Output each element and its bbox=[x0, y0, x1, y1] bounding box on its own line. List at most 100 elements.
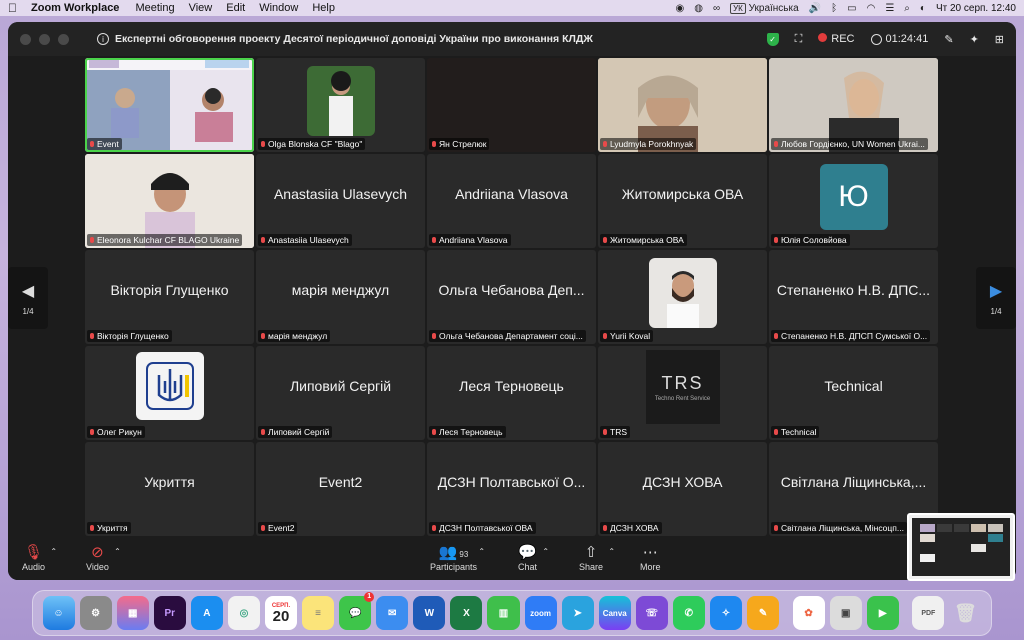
close-window-button[interactable] bbox=[20, 33, 31, 45]
video-tile-andriiana-vlasova[interactable]: Andriiana Vlasova Andriiana Vlasova bbox=[427, 154, 596, 248]
video-tile-stepanenko[interactable]: Степаненко Н.В. ДПС... Степаненко Н.В. Д… bbox=[769, 250, 938, 344]
canva-icon[interactable]: Canva bbox=[598, 596, 631, 630]
gallery-layout-icon[interactable]: ⛶ bbox=[795, 33, 803, 46]
audio-button[interactable]: 🎙 ⌃ Audio bbox=[22, 544, 57, 572]
menu-meeting[interactable]: Meeting bbox=[135, 2, 174, 14]
apple-icon[interactable]:  bbox=[8, 1, 17, 15]
video-tile-lesia-ternovets[interactable]: Леся Терновець Леся Терновець bbox=[427, 346, 596, 440]
video-tile-technical[interactable]: Technical Technical bbox=[769, 346, 938, 440]
video-tile-event[interactable]: Event bbox=[85, 58, 254, 152]
video-tile-oleh-rykun[interactable]: Олег Рикун bbox=[85, 346, 254, 440]
zoom-status-icon[interactable]: ◍ bbox=[694, 3, 703, 14]
app-store-icon[interactable]: A bbox=[190, 596, 223, 630]
keyboard-layout-icon[interactable]: УК Українська bbox=[730, 2, 799, 14]
chrome-icon[interactable]: ◎ bbox=[227, 596, 260, 630]
video-tile-olha-chebanova[interactable]: Ольга Чебанова Деп... Ольга Чебанова Деп… bbox=[427, 250, 596, 344]
menubar-datetime[interactable]: Чт 20 серп. 12:40 bbox=[936, 3, 1016, 14]
meeting-info-icon[interactable]: i bbox=[97, 33, 109, 45]
share-button[interactable]: ⇧ ⌃ Share bbox=[579, 544, 615, 572]
telegram-icon[interactable]: ➤ bbox=[561, 596, 594, 630]
fullscreen-window-button[interactable] bbox=[58, 33, 69, 45]
system-settings-icon[interactable]: ⚙ bbox=[79, 596, 112, 630]
video-options-chevron-icon[interactable]: ⌃ bbox=[114, 547, 121, 556]
video-button[interactable]: ⊘ ⌃ Video bbox=[86, 544, 121, 572]
trs-logo: TRS Techno Rent Service bbox=[645, 350, 720, 424]
launchpad-icon[interactable]: ▦ bbox=[116, 596, 149, 630]
participants-options-chevron-icon[interactable]: ⌃ bbox=[478, 547, 485, 556]
view-options-icon[interactable]: ⊞ bbox=[995, 33, 1004, 46]
whatsapp-icon[interactable]: ✆ bbox=[672, 596, 705, 630]
participant-name: Юлія Соловйова bbox=[771, 234, 850, 246]
video-tile-anastasiia-ulasevych[interactable]: Anastasiia Ulasevych Anastasiia Ulasevyc… bbox=[256, 154, 425, 248]
premiere-pro-icon[interactable]: Pr bbox=[153, 596, 186, 630]
security-shield-icon[interactable]: ✓ bbox=[766, 32, 779, 46]
video-tile-yurii-koval[interactable]: Yurii Koval bbox=[598, 250, 767, 344]
battery-icon[interactable]: ▭ bbox=[847, 3, 856, 14]
excel-icon[interactable]: X bbox=[450, 596, 483, 630]
video-tile-yan-streliuk[interactable]: Ян Стрелюк bbox=[427, 58, 596, 152]
mail-icon[interactable]: ✉ bbox=[376, 596, 409, 630]
volume-icon[interactable]: 🔊 bbox=[809, 3, 821, 14]
video-tile-trs[interactable]: TRS Techno Rent Service TRS bbox=[598, 346, 767, 440]
search-icon[interactable]: ⌕ bbox=[904, 3, 910, 14]
siri-icon[interactable]: ◐ bbox=[920, 3, 926, 14]
menu-edit[interactable]: Edit bbox=[226, 2, 245, 14]
ai-companion-icon[interactable]: ✦ bbox=[970, 33, 979, 46]
video-tile-liubov-hordiienko[interactable]: Любов Гордієнко, UN Women Ukrai... bbox=[769, 58, 938, 152]
more-button[interactable]: ⋯ More bbox=[640, 544, 661, 572]
annotate-pencil-icon[interactable]: ✎ bbox=[944, 33, 953, 46]
screen-record-icon[interactable]: ◉ bbox=[675, 3, 684, 14]
video-tile-dszn-poltava[interactable]: ДСЗН Полтавської О... ДСЗН Полтавської О… bbox=[427, 442, 596, 536]
video-tile-viktoriia-hlushchenko[interactable]: Вікторія Глущенко Вікторія Глущенко bbox=[85, 250, 254, 344]
participants-button[interactable]: 👥 93 ⌃ Participants bbox=[430, 544, 485, 572]
video-tile-mariia-mendzhul[interactable]: марія менджул марія менджул bbox=[256, 250, 425, 344]
video-tile-eleonora-kulchar[interactable]: Eleonora Kulchar CF BLAGO Ukraine bbox=[85, 154, 254, 248]
photos-icon[interactable]: ✿ bbox=[792, 596, 825, 630]
self-view-thumbnail[interactable] bbox=[907, 513, 1015, 581]
pages-icon[interactable]: ✎ bbox=[746, 596, 780, 630]
viber-icon[interactable]: ☏ bbox=[635, 596, 668, 630]
video-tile-zhytomyr-ova[interactable]: Житомирська ОВА Житомирська ОВА bbox=[598, 154, 767, 248]
creative-cloud-icon[interactable]: ∞ bbox=[713, 3, 720, 14]
facetime-icon[interactable]: ▶ bbox=[866, 596, 899, 630]
video-tile-event2[interactable]: Event2 Event2 bbox=[256, 442, 425, 536]
safari-icon[interactable]: ✧ bbox=[709, 596, 742, 630]
participant-name: Eleonora Kulchar CF BLAGO Ukraine bbox=[87, 234, 243, 246]
video-tile-yuliia-soloviova[interactable]: Ю Юлія Соловйова bbox=[769, 154, 938, 248]
participant-display-name: Technical bbox=[824, 378, 883, 394]
bluetooth-icon[interactable]: ᛒ bbox=[831, 3, 837, 14]
finder-icon[interactable]: ☺ bbox=[42, 596, 75, 630]
control-center-icon[interactable]: ☰ bbox=[885, 3, 894, 14]
video-tile-ukryttia[interactable]: Укриття Укриття bbox=[85, 442, 254, 536]
word-icon[interactable]: W bbox=[413, 596, 446, 630]
gallery-next-page-button[interactable]: ▶ 1/4 bbox=[976, 267, 1016, 329]
preview-icon[interactable]: ▣ bbox=[829, 596, 862, 630]
trash-icon[interactable]: 🗑 bbox=[949, 596, 981, 630]
pdf-document-icon[interactable]: PDF bbox=[912, 596, 945, 630]
messages-icon[interactable]: 💬 1 bbox=[339, 592, 375, 630]
calendar-icon[interactable]: СЕРП. 20 bbox=[264, 596, 298, 630]
menu-window[interactable]: Window bbox=[259, 2, 298, 14]
video-tile-lyudmyla-porokhnyak[interactable]: Lyudmyla Porokhnyak bbox=[598, 58, 767, 152]
zoom-icon[interactable]: zoom bbox=[524, 596, 557, 630]
share-options-chevron-icon[interactable]: ⌃ bbox=[608, 547, 615, 556]
video-tile-dszn-khova[interactable]: ДСЗН ХОВА ДСЗН ХОВА bbox=[598, 442, 767, 536]
minimize-window-button[interactable] bbox=[39, 33, 50, 45]
recording-indicator[interactable]: REC bbox=[818, 33, 855, 45]
chat-options-chevron-icon[interactable]: ⌃ bbox=[542, 547, 549, 556]
video-tile-lypovyi-serhii[interactable]: Липовий Сергій Липовий Сергій bbox=[256, 346, 425, 440]
chat-button[interactable]: 💬 ⌃ Chat bbox=[518, 544, 549, 572]
wifi-icon[interactable]: ◠ bbox=[867, 3, 876, 14]
menu-help[interactable]: Help bbox=[312, 2, 335, 14]
window-titlebar: i Експертні обговорення проекту Десятої … bbox=[8, 22, 1016, 56]
keyboard-layout-label: Українська bbox=[748, 2, 799, 14]
notes-icon[interactable]: ≡ bbox=[302, 596, 335, 630]
menu-app-name[interactable]: Zoom Workplace bbox=[31, 2, 119, 14]
audio-options-chevron-icon[interactable]: ⌃ bbox=[50, 547, 57, 556]
video-tile-olga-blonska[interactable]: Olga Blonska CF "Blago" bbox=[256, 58, 425, 152]
participant-name: Світлана Ліщинська, Мінсоцп... bbox=[771, 522, 907, 534]
numbers-icon[interactable]: ▥ bbox=[487, 596, 520, 630]
participant-name: ДСЗН ХОВА bbox=[600, 522, 662, 534]
menu-view[interactable]: View bbox=[189, 2, 213, 14]
gallery-prev-page-button[interactable]: ◀ 1/4 bbox=[8, 267, 48, 329]
